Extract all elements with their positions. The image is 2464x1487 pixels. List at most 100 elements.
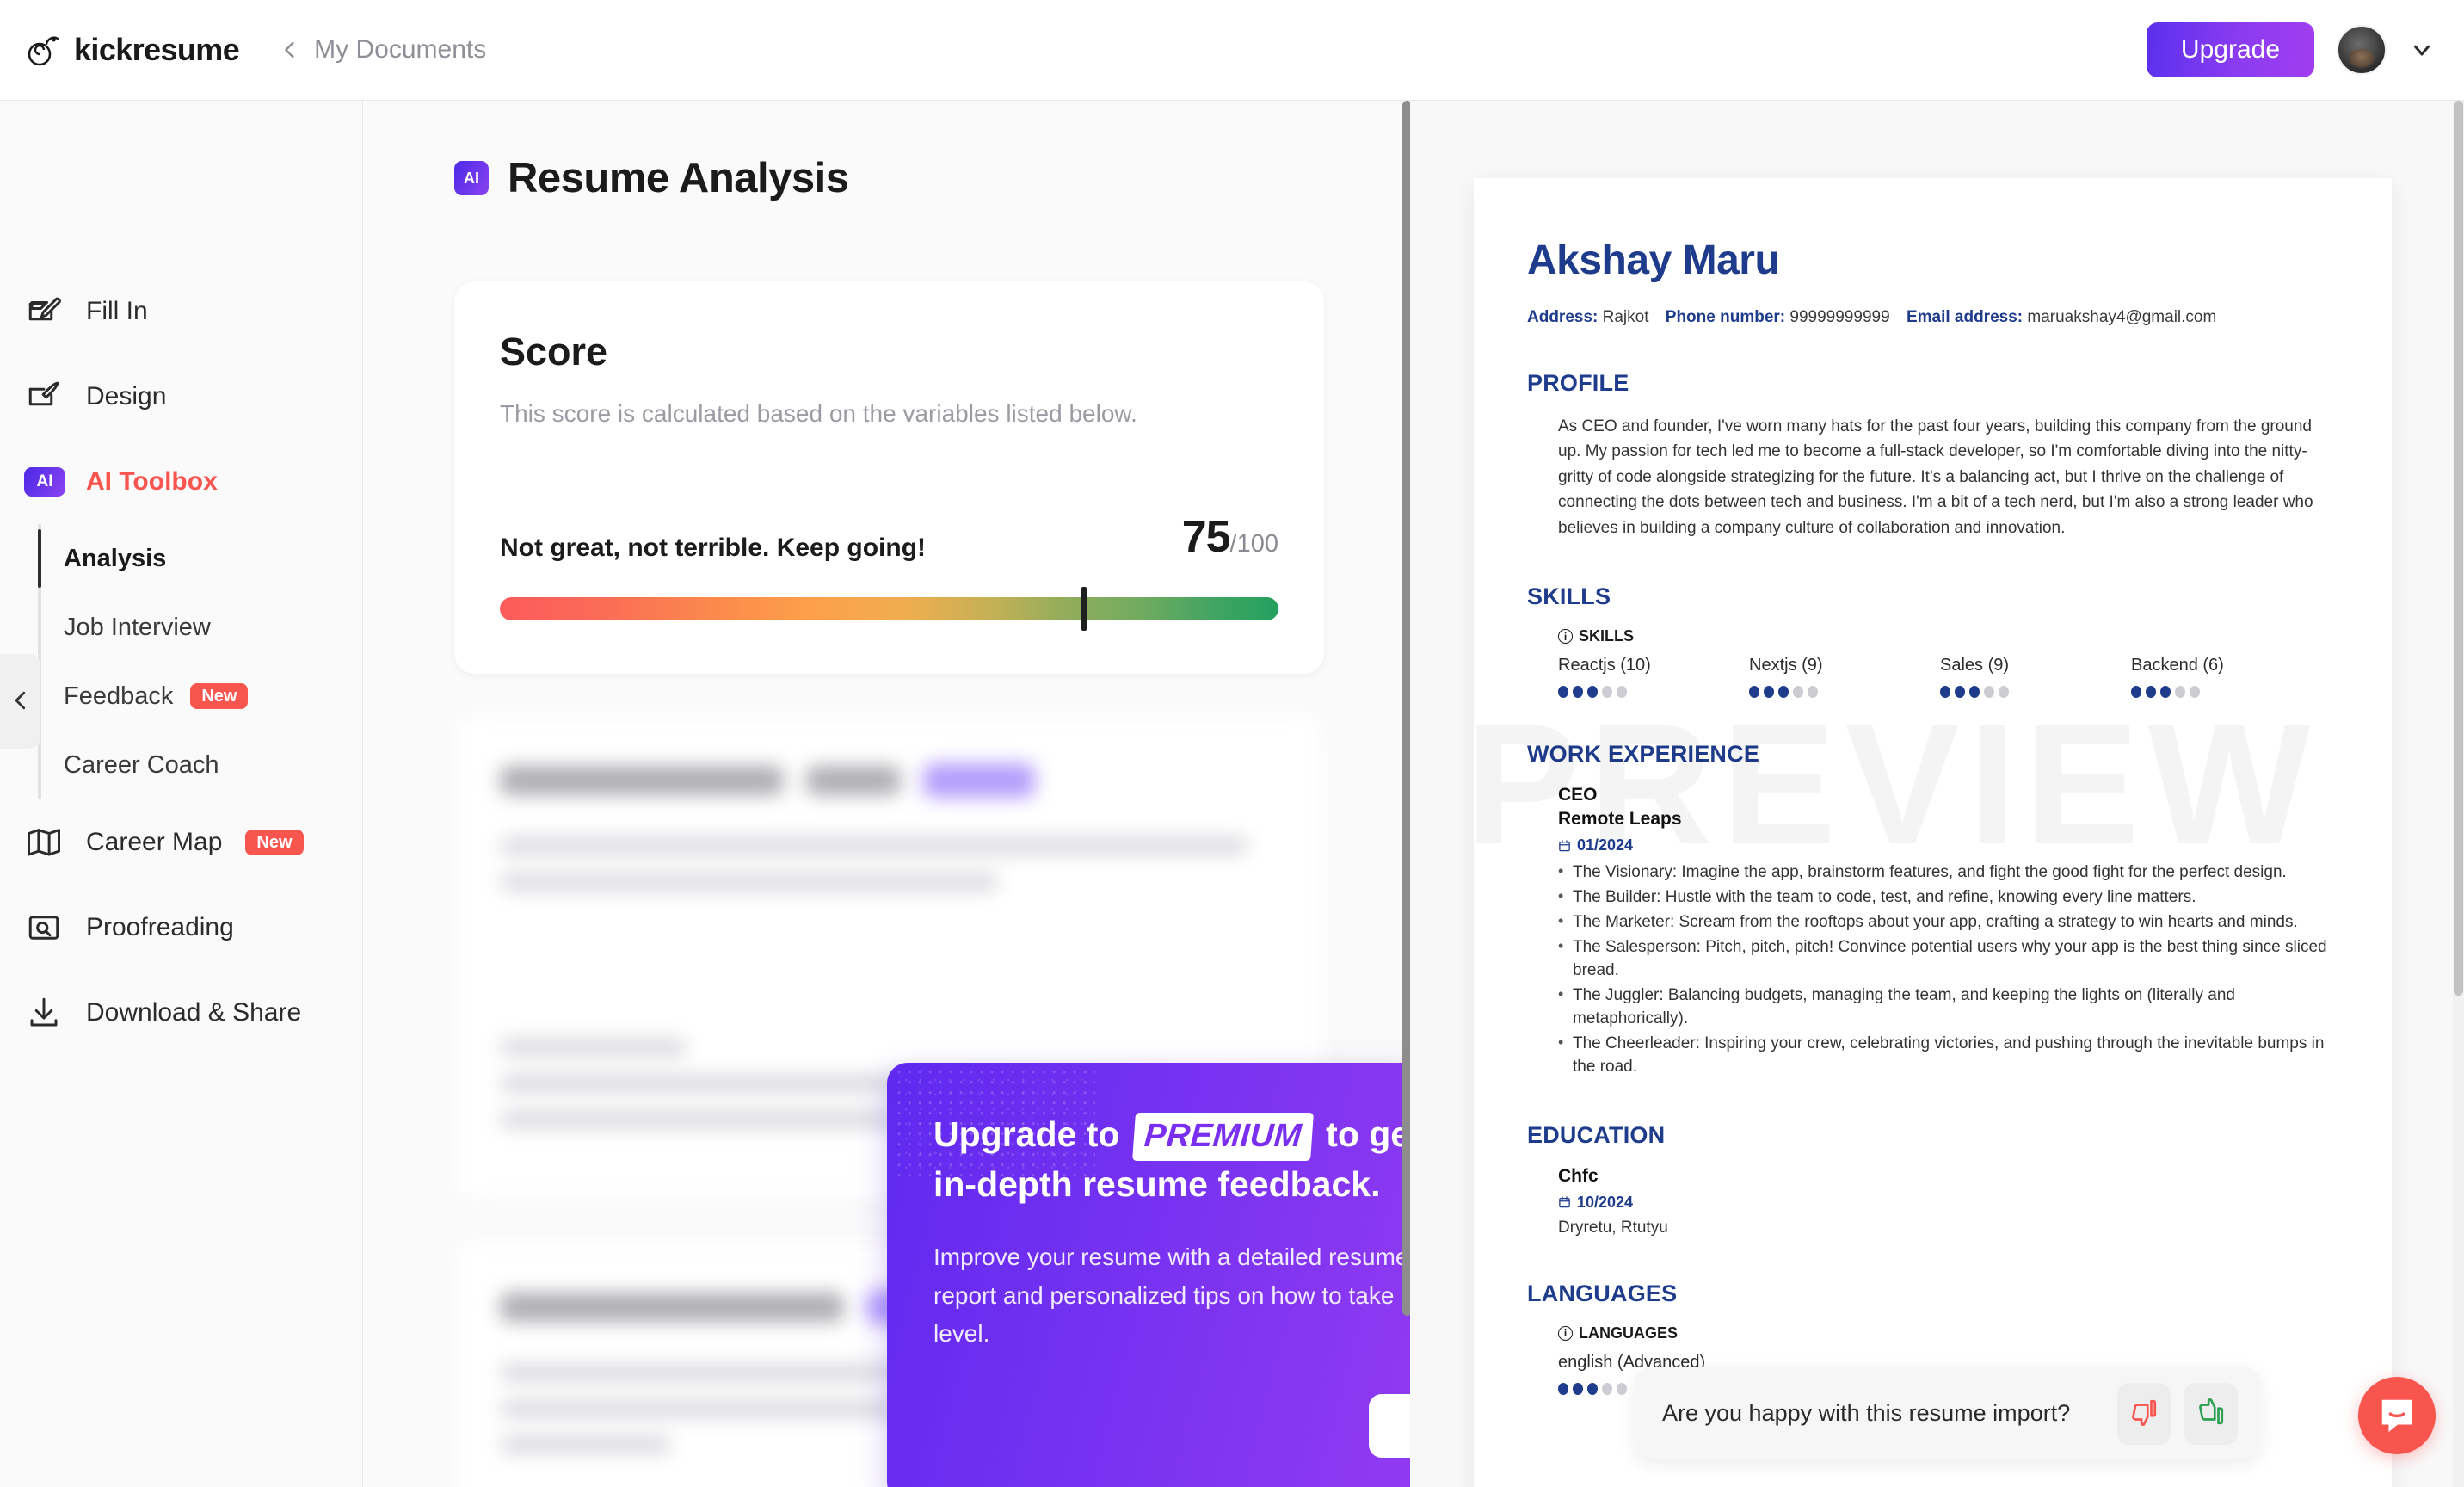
window-scrollbar-thumb[interactable] [2454, 101, 2463, 996]
calendar-icon [1558, 1195, 1571, 1209]
blurred-text-line [500, 1038, 687, 1056]
job-bullet: The Cheerleader: Inspiring your crew, ce… [1558, 1032, 2338, 1079]
premium-upsell-card: Upgrade to PREMIUM to get a more in-dept… [887, 1063, 1410, 1487]
sidebar-item-ai-toolbox[interactable]: AI AI Toolbox [0, 439, 362, 524]
profile-body: As CEO and founder, I've worn many hats … [1527, 414, 2338, 540]
job-position: CEO [1558, 785, 1598, 805]
skill-name: Sales (9) [1940, 656, 2010, 676]
education-location: Dryretu, Rtutyu [1558, 1218, 1668, 1237]
toast-question: Are you happy with this resume import? [1662, 1400, 2071, 1426]
sidebar-item-label: Career Map [86, 827, 223, 856]
contact-value: 99999999999 [1789, 308, 1890, 326]
top-bar: kickresume My Documents Upgrade [0, 0, 2464, 101]
sidebar-item-fill-in[interactable]: Fill In [0, 268, 362, 354]
ai-chip-wrapper: AI [24, 466, 65, 497]
sidebar-item-design[interactable]: Design [0, 354, 362, 439]
education-date: 10/2024 [1577, 1193, 1634, 1211]
brand-logo-group[interactable]: kickresume [26, 32, 240, 68]
contact-label: Phone number: [1665, 308, 1786, 326]
score-value: 75 [1181, 511, 1231, 562]
score-marker [1081, 586, 1087, 631]
thumbs-up-button[interactable] [2184, 1382, 2238, 1445]
sidebar-item-label: AI Toolbox [86, 466, 218, 496]
brush-document-icon [24, 377, 63, 416]
page-title: Resume Analysis [508, 155, 849, 201]
skill-item: Nextjs (9) [1749, 656, 1940, 699]
thumbs-down-button[interactable] [2117, 1382, 2171, 1445]
window-scrollbar[interactable] [2453, 101, 2464, 1487]
promo-heading-before: Upgrade to [933, 1114, 1120, 1154]
job-date-row: 01/2024 [1558, 836, 2338, 855]
job-bullet: The Visionary: Imagine the app, brainsto… [1558, 861, 2338, 885]
skill-name: Backend (6) [2131, 656, 2224, 676]
chevron-left-icon[interactable] [278, 38, 302, 62]
education-school: Chfc [1558, 1165, 1599, 1186]
contact-label: Address: [1527, 308, 1599, 326]
sidebar-subitem-label: Analysis [64, 544, 167, 572]
promo-heading: Upgrade to PREMIUM to get a more in-dept… [933, 1111, 1410, 1207]
app-root: kickresume My Documents Upgrade Fill In [0, 0, 2464, 1487]
skill-rating-dots [1558, 686, 1749, 699]
resume-document[interactable]: PREVIEW Akshay Maru Address: Rajkot Phon… [1474, 178, 2392, 1487]
job-date: 01/2024 [1577, 836, 1634, 855]
info-circle-icon: i [1558, 629, 1573, 645]
sidebar-item-job-interview[interactable]: Job Interview [64, 593, 362, 662]
kickresume-snail-logo-icon [26, 32, 62, 68]
score-row: Not great, not terrible. Keep going! 75/… [500, 511, 1278, 563]
section-heading-education: EDUCATION [1527, 1121, 1666, 1148]
sidebar-subitem-label: Feedback [64, 682, 174, 710]
skill-name: Reactjs (10) [1558, 656, 1651, 676]
education-body: Chfc 10/2024 Dryretu, Rtutyu [1527, 1166, 2338, 1237]
analysis-panel: AI Resume Analysis Score This score is c… [364, 101, 1410, 1487]
resume-import-feedback-toast: Are you happy with this resume import? [1635, 1367, 2260, 1459]
avatar[interactable] [2337, 25, 2387, 75]
sidebar-item-career-coach[interactable]: Career Coach [64, 731, 362, 799]
topbar-actions: Upgrade [2146, 22, 2435, 77]
job-bullet: The Juggler: Balancing budgets, managing… [1558, 984, 2338, 1031]
section-heading-work-experience: WORK EXPERIENCE [1527, 741, 1760, 768]
chevron-down-icon[interactable] [2409, 37, 2435, 63]
ai-badge-icon: AI [454, 161, 489, 195]
score-gradient-bar [500, 586, 1278, 631]
sidebar-item-analysis[interactable]: Analysis [38, 524, 362, 593]
contact-label: Email address: [1906, 308, 2024, 326]
score-card: Score This score is calculated based on … [454, 281, 1324, 674]
score-message: Not great, not terrible. Keep going! [500, 533, 927, 562]
section-heading-skills: SKILLS [1527, 583, 1611, 610]
sidebar-item-download-share[interactable]: Download & Share [0, 970, 362, 1055]
skill-item: Sales (9) [1940, 656, 2131, 699]
map-icon [24, 823, 63, 861]
languages-group-label-row: i LANGUAGES [1558, 1324, 2338, 1342]
skill-item: Backend (6) [2131, 656, 2322, 699]
blurred-heading [500, 765, 784, 795]
skills-group-label: SKILLS [1579, 627, 1635, 645]
collapse-panel-button[interactable] [0, 654, 40, 749]
thumbs-up-icon [2196, 1398, 2226, 1429]
skill-item: Reactjs (10) [1558, 656, 1749, 699]
download-icon [24, 993, 63, 1032]
blurred-text-line [500, 836, 1247, 855]
analysis-scrollbar[interactable] [1400, 101, 1410, 1487]
skill-rating-dots [2131, 686, 2322, 699]
upgrade-button[interactable]: Upgrade [2146, 22, 2314, 77]
sidebar-subitem-label: Career Coach [64, 750, 219, 779]
skills-group-label-row: i SKILLS [1558, 627, 2338, 645]
calendar-icon [1558, 839, 1571, 853]
sidebar-item-feedback[interactable]: Feedback New [64, 662, 362, 731]
premium-tag: PREMIUM [1131, 1113, 1314, 1162]
sidebar-item-career-map[interactable]: Career Map New [0, 799, 362, 885]
breadcrumb[interactable]: My Documents [314, 35, 486, 65]
skill-rating-dots [1749, 686, 1940, 699]
blurred-text-line [500, 873, 999, 891]
job-company: Remote Leaps [1558, 809, 1682, 830]
analysis-scrollbar-thumb[interactable] [1402, 101, 1410, 1316]
section-heading-languages: LANGUAGES [1527, 1280, 1678, 1306]
education-date-row: 10/2024 [1558, 1194, 2338, 1212]
sidebar-subnav: Analysis Job Interview Feedback New Care… [38, 524, 362, 799]
skills-body: i SKILLS Reactjs (10) Nextjs (9) Sales (… [1527, 627, 2338, 699]
resume-preview-panel: PREVIEW Akshay Maru Address: Rajkot Phon… [1410, 101, 2464, 1487]
chat-launcher-button[interactable] [2358, 1377, 2436, 1454]
blurred-text-line [500, 1435, 672, 1453]
chevron-left-icon [8, 688, 34, 716]
sidebar-item-proofreading[interactable]: Proofreading [0, 885, 362, 970]
